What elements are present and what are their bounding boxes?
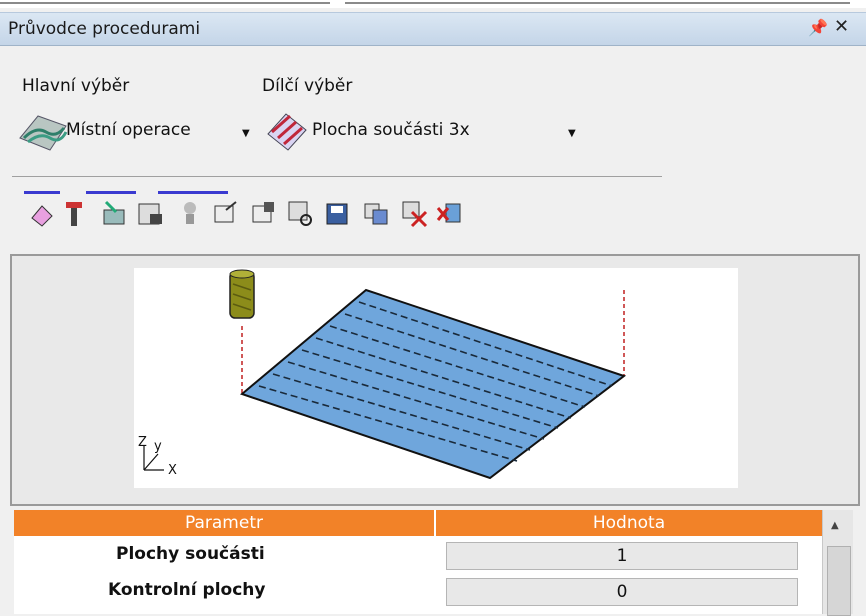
column-header-value[interactable]: Hodnota xyxy=(436,510,822,536)
surface-toolpath-preview: Z y X xyxy=(138,269,627,480)
param-value-field[interactable]: 1 xyxy=(446,542,798,570)
surface-3x-icon xyxy=(267,113,307,151)
parameter-grid: Parametr Hodnota Plochy součásti 1 Kontr… xyxy=(14,510,822,614)
grid-scrollbar[interactable]: ▲ xyxy=(822,510,853,616)
pin-icon[interactable]: 📌 xyxy=(808,18,828,37)
table-row[interactable]: Plochy součásti 1 xyxy=(14,540,822,570)
scroll-up-icon[interactable]: ▲ xyxy=(831,520,839,531)
close-icon[interactable]: ✕ xyxy=(834,16,849,37)
border-segment xyxy=(0,2,330,4)
toolbar-separator xyxy=(12,176,662,177)
pocket-icon[interactable] xyxy=(28,198,56,228)
axis-y-label: y xyxy=(154,439,162,454)
axis-triad-icon: Z y X xyxy=(138,435,177,478)
sub-selection-label: Dílčí výběr xyxy=(262,76,353,96)
local-operation-icon xyxy=(19,115,68,151)
link-icon[interactable] xyxy=(100,198,128,228)
import-icon[interactable] xyxy=(250,198,278,228)
operation-preview: Z y X xyxy=(134,268,738,488)
step-indicator-icon xyxy=(24,191,228,194)
param-value-field[interactable]: 0 xyxy=(446,578,798,606)
export-icon[interactable] xyxy=(212,198,240,228)
main-selection-value: Místní operace xyxy=(66,120,191,140)
sub-selection-value: Plocha součásti 3x xyxy=(312,120,470,140)
machine-icon[interactable] xyxy=(136,198,164,228)
param-name: Kontrolní plochy xyxy=(108,580,266,600)
panel-title: Průvodce procedurami xyxy=(8,19,201,39)
column-header-param[interactable]: Parametr xyxy=(14,510,434,536)
cut-icon[interactable] xyxy=(400,198,428,228)
main-selection-label: Hlavní výběr xyxy=(22,76,130,96)
panel-title-bar: Průvodce procedurami 📌 ✕ xyxy=(0,12,866,46)
scrollbar-thumb[interactable] xyxy=(827,546,851,616)
dropdown-arrow-icon[interactable]: ▼ xyxy=(568,128,576,139)
params-icon[interactable] xyxy=(286,198,314,228)
main-selection-combo[interactable]: Místní operace ▼ xyxy=(14,108,254,152)
save-icon[interactable] xyxy=(324,198,352,228)
axis-x-label: X xyxy=(168,463,177,478)
dropdown-arrow-icon[interactable]: ▼ xyxy=(242,128,250,139)
window-top-border xyxy=(0,0,866,8)
param-name: Plochy součásti xyxy=(116,544,265,564)
tool-icon[interactable] xyxy=(60,198,88,228)
border-segment xyxy=(345,2,850,4)
lathe-icon[interactable] xyxy=(176,198,204,228)
cutting-tool-icon xyxy=(229,269,255,319)
table-row[interactable]: Kontrolní plochy 0 xyxy=(14,572,822,606)
axis-z-label: Z xyxy=(138,435,147,450)
close-icon[interactable] xyxy=(436,198,464,228)
copy-icon[interactable] xyxy=(362,198,390,228)
sub-selection-combo[interactable]: Plocha součásti 3x ▼ xyxy=(262,108,582,152)
